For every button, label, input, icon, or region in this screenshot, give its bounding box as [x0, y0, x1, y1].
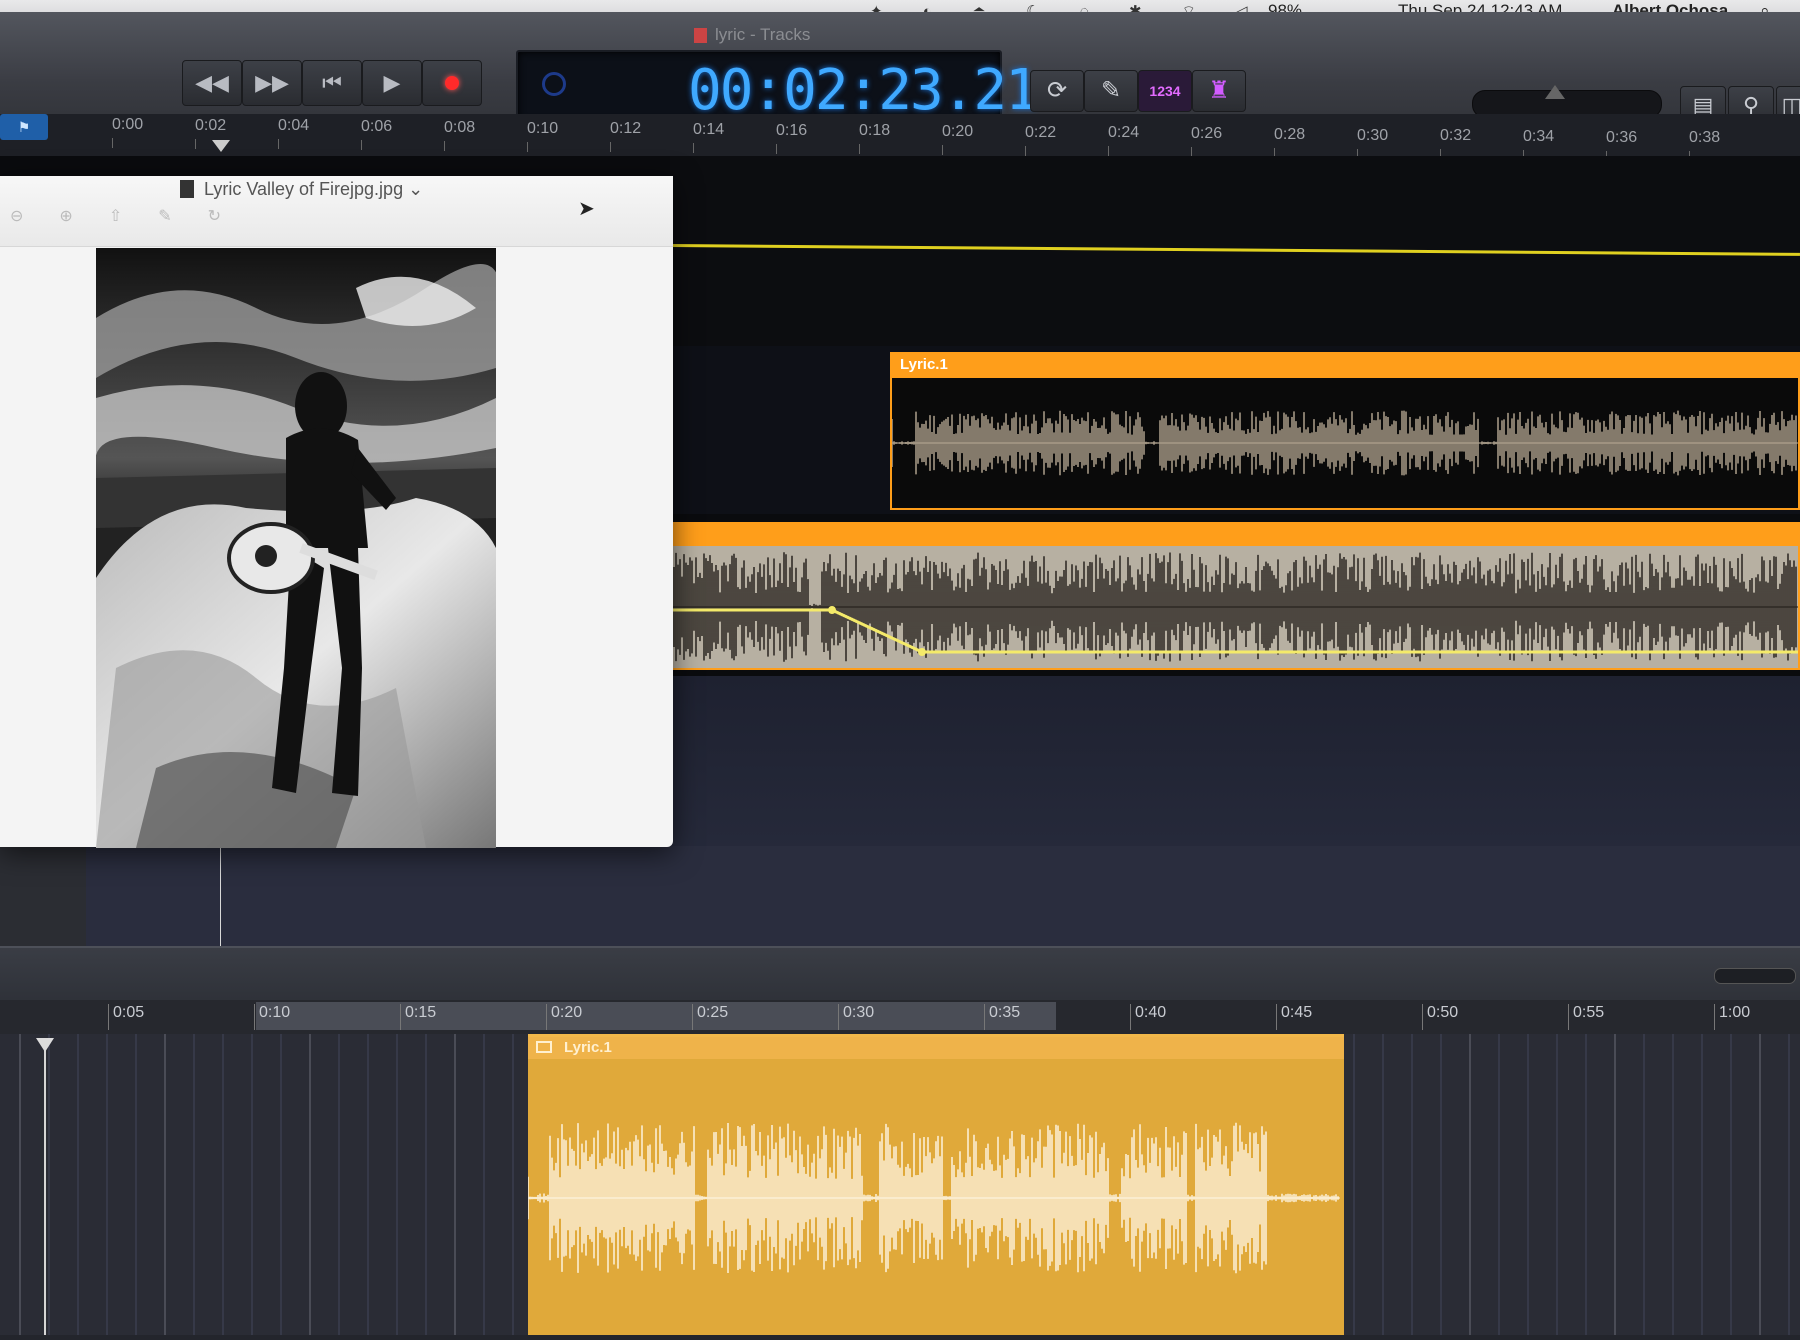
ruler-tick: 0:22: [1025, 123, 1057, 156]
editor-ruler-tick: 0:10: [254, 1004, 290, 1030]
lcd-display[interactable]: 00:02:23.21: [516, 50, 1039, 124]
zoom-in-icon[interactable]: ⊕: [59, 208, 108, 225]
editor-ruler-tick: 0:05: [108, 1004, 144, 1030]
go-to-beginning-icon: ⏮: [322, 70, 342, 95]
ruler-tick: 0:08: [444, 118, 476, 151]
editor-ruler-tick: 0:20: [546, 1004, 582, 1030]
editor-ruler-tick: 1:00: [1714, 1004, 1750, 1030]
editor-zoom-slider[interactable]: [1714, 968, 1796, 984]
ruler-tick: 0:32: [1440, 127, 1472, 160]
preview-toolbar[interactable]: ⊖⊕⇧✎↻: [10, 206, 257, 226]
editor-ruler-tick: 0:40: [1130, 1004, 1166, 1030]
region-waveform: [528, 1122, 1340, 1274]
editor-playhead[interactable]: [44, 1042, 46, 1335]
ruler-tick: 0:14: [693, 120, 725, 153]
ruler-tick: 0:16: [776, 121, 808, 154]
region-name: Lyric.1: [900, 356, 948, 373]
ruler-tick: 0:20: [942, 123, 974, 155]
ruler-tick: 0:18: [859, 122, 891, 155]
region-type-icon: [536, 1041, 552, 1053]
editor-ruler-tick: 0:35: [984, 1004, 1020, 1030]
ruler-tick: 0:30: [1357, 126, 1389, 159]
go-to-beginning-button[interactable]: ⏮: [302, 60, 362, 106]
rewind-button[interactable]: ◀◀: [182, 60, 242, 106]
region-header[interactable]: [672, 524, 1798, 546]
ruler-tick: 0:26: [1191, 125, 1223, 158]
ruler-tick: 0:00: [112, 116, 144, 148]
editor-playhead-handle[interactable]: [36, 1038, 54, 1052]
rewind-icon: ◀◀: [195, 70, 229, 95]
volume-automation-curve[interactable]: [672, 546, 1798, 668]
cycle-button[interactable]: ⟳: [1030, 70, 1084, 112]
metronome-icon: ♜: [1208, 77, 1230, 104]
record-icon: [445, 76, 459, 90]
play-icon: ▶: [383, 70, 401, 95]
zoom-out-icon[interactable]: ⊖: [10, 208, 59, 225]
track-filter-button[interactable]: ⚑: [0, 114, 48, 140]
preview-window[interactable]: Lyric Valley of Firejpg.jpg ⌄ ⊖⊕⇧✎↻ ➤: [0, 176, 673, 848]
preview-title[interactable]: Lyric Valley of Firejpg.jpg ⌄: [204, 179, 423, 200]
record-button[interactable]: [422, 60, 482, 106]
markup-icon[interactable]: ✎: [158, 208, 207, 225]
editor-ruler-tick: 0:30: [838, 1004, 874, 1030]
region-waveform: [892, 410, 1798, 476]
window-title: lyric - Tracks: [694, 25, 810, 45]
volume-knob[interactable]: [1545, 85, 1565, 99]
region-header[interactable]: [528, 1037, 1344, 1059]
audio-region-main[interactable]: [670, 522, 1800, 670]
editor-ruler[interactable]: 0:05 0:10 0:15 0:20 0:25 0:30 0:35 0:40 0:45 0:50…: [0, 1000, 1800, 1035]
mouse-cursor-icon: ➤: [578, 198, 595, 220]
ruler-tick: 0:02: [195, 116, 227, 149]
album-artwork-photo: [96, 248, 496, 848]
region-header[interactable]: [892, 354, 1798, 378]
document-icon: [694, 28, 707, 44]
ruler-tick: 0:24: [1108, 124, 1140, 157]
control-bar: lyric - Tracks ◀◀ ▶▶ ⏮ ▶ 00:02:23.21 ⟳ ✎…: [0, 12, 1800, 126]
editor-ruler-tick: 0:45: [1276, 1004, 1312, 1030]
ruler-tick: 0:10: [527, 119, 559, 152]
window-title-text: lyric - Tracks: [715, 25, 811, 44]
filter-icon: ⚑: [17, 119, 31, 135]
timeline-ruler[interactable]: ⚑ 0:00 0:02 0:04 0:06 0:08 0:10 0:12 0:14 0:16 0:…: [0, 114, 1800, 162]
cycle-icon: ⟳: [1046, 77, 1068, 104]
ruler-tick: 0:34: [1523, 127, 1555, 160]
rotate-icon[interactable]: ↻: [208, 208, 257, 225]
ruler-tick: 0:12: [610, 120, 642, 153]
editor-ruler-tick: 0:55: [1568, 1004, 1604, 1030]
ruler-tick: 0:38: [1689, 129, 1721, 162]
ruler-tick: 0:36: [1606, 128, 1638, 161]
play-button[interactable]: ▶: [362, 60, 422, 106]
cycle-range[interactable]: [256, 1002, 1056, 1030]
editor-ruler-tick: 0:50: [1422, 1004, 1458, 1030]
editor-ruler-tick: 0:25: [692, 1004, 728, 1030]
editor-ruler-tick: 0:15: [400, 1004, 436, 1030]
count-in-button[interactable]: 1234: [1138, 70, 1192, 112]
tuner-icon: ✎: [1100, 77, 1122, 104]
fast-forward-button[interactable]: ▶▶: [242, 60, 302, 106]
editor-divider[interactable]: [0, 946, 1800, 1008]
ruler-tick: 0:28: [1274, 125, 1306, 158]
audio-editor-region-lyric-1[interactable]: Lyric.1: [528, 1034, 1344, 1335]
ruler-tick: 0:04: [278, 117, 310, 150]
metronome-button[interactable]: ♜: [1192, 70, 1246, 112]
fast-forward-icon: ▶▶: [255, 70, 289, 95]
preview-titlebar[interactable]: Lyric Valley of Firejpg.jpg ⌄ ⊖⊕⇧✎↻ ➤: [0, 176, 673, 247]
playhead-handle[interactable]: [212, 140, 230, 152]
share-icon[interactable]: ⇧: [109, 208, 158, 225]
audio-region-lyric-1[interactable]: Lyric.1: [890, 352, 1800, 510]
image-file-icon: [180, 180, 194, 198]
ruler-tick: 0:06: [361, 118, 393, 151]
tuner-button[interactable]: ✎: [1084, 70, 1138, 112]
region-name: Lyric.1: [564, 1039, 612, 1056]
lcd-mode-icon[interactable]: [542, 72, 566, 96]
